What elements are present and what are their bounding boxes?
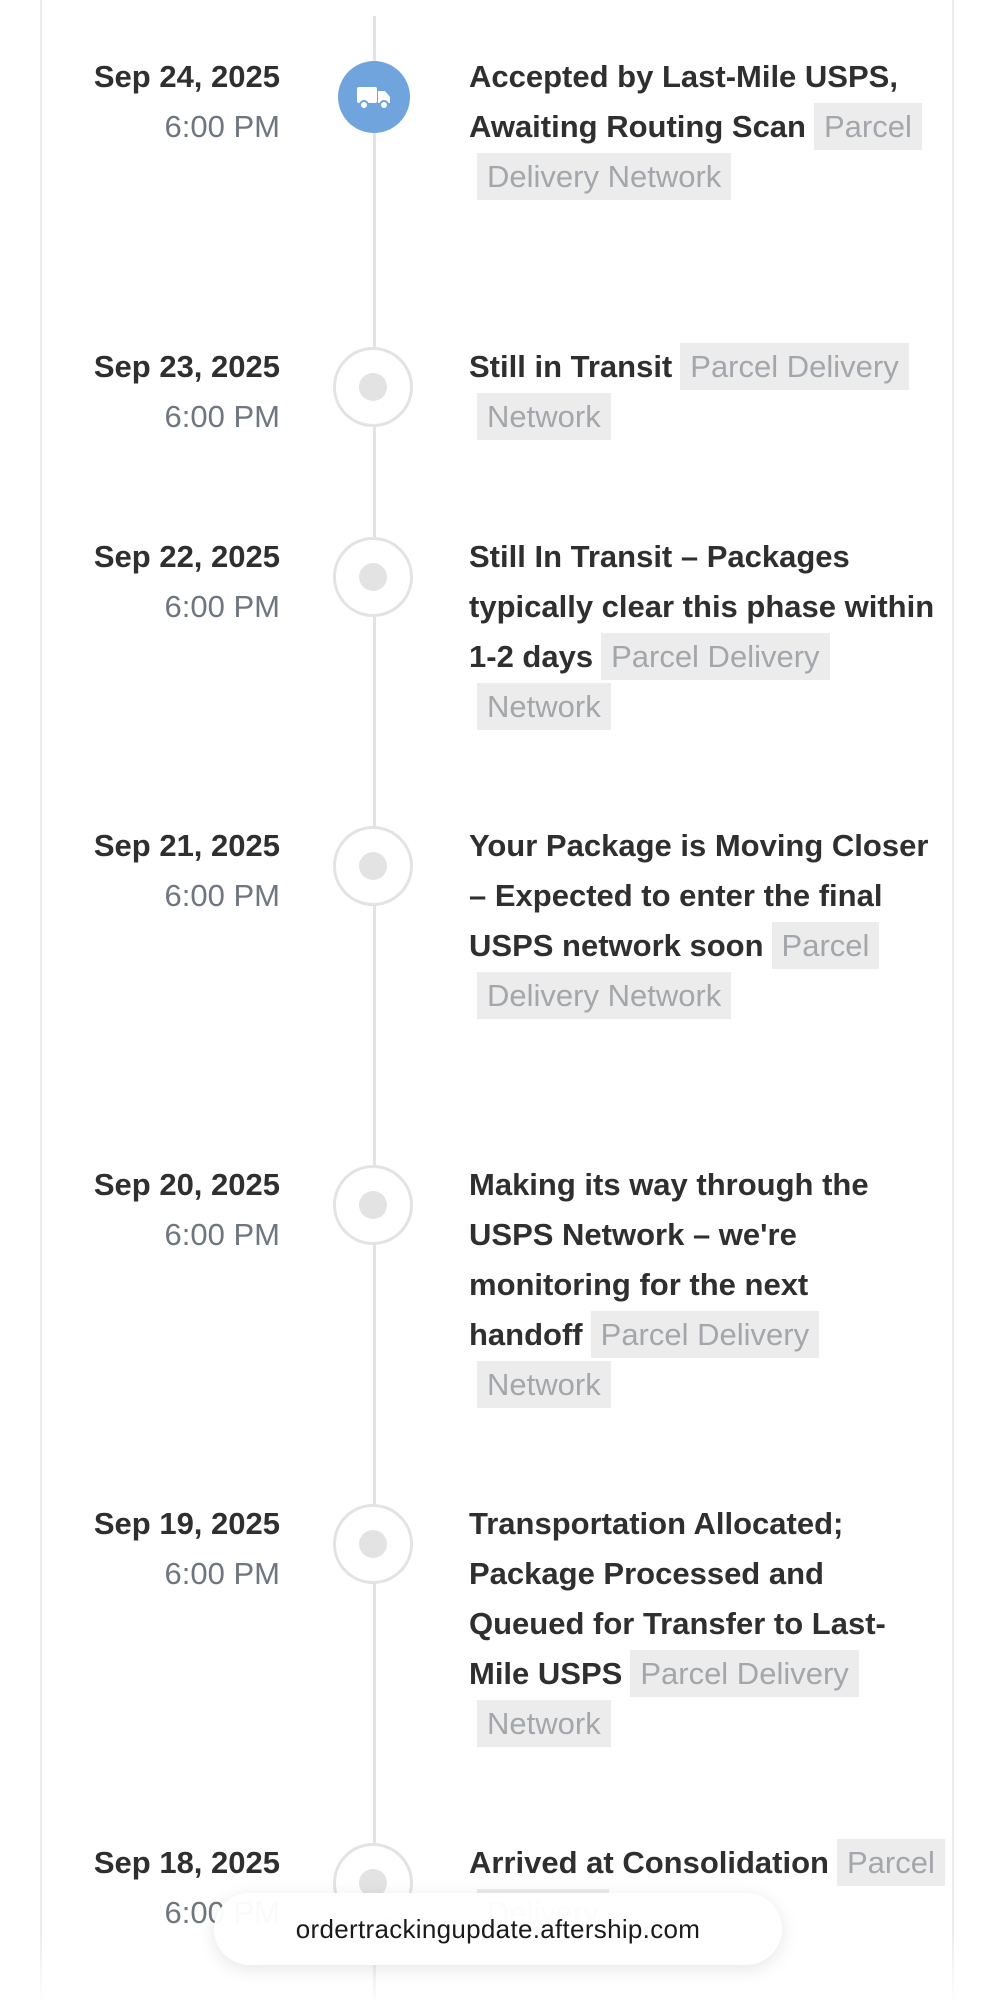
event-node — [333, 1165, 413, 1245]
event-node — [333, 1504, 413, 1584]
event-date: Sep 20, 2025 — [93, 1167, 280, 1202]
event-description: Still In Transit – Packages typically cl… — [469, 532, 939, 732]
node-dot — [359, 1530, 387, 1558]
event-description: Transportation Allocated; Package Proces… — [469, 1499, 939, 1749]
url-bar[interactable]: ordertrackingupdate.aftership.com — [214, 1893, 782, 1965]
node-dot — [359, 563, 387, 591]
event-description: Still in Transit Parcel Delivery Network — [469, 342, 939, 442]
event-time: 6:00 PM — [164, 399, 280, 434]
event-time: 6:00 PM — [164, 878, 280, 913]
node-dot — [359, 1191, 387, 1219]
event-time: 6:00 PM — [164, 109, 280, 144]
node-dot — [359, 852, 387, 880]
event-time: 6:00 PM — [164, 1556, 280, 1591]
event-date: Sep 23, 2025 — [93, 349, 280, 384]
event-description: Your Package is Moving Closer – Expected… — [469, 821, 939, 1021]
truck-icon — [357, 87, 390, 110]
timeline-line — [373, 16, 376, 2000]
event-node — [333, 826, 413, 906]
event-node — [333, 537, 413, 617]
event-node — [333, 347, 413, 427]
event-date: Sep 22, 2025 — [93, 539, 280, 574]
event-title: Still in Transit — [469, 349, 673, 384]
event-date: Sep 24, 2025 — [93, 59, 280, 94]
event-title: Arrived at Consolidation — [469, 1845, 829, 1880]
event-time: 6:00 PM — [164, 589, 280, 624]
url-text: ordertrackingupdate.aftership.com — [295, 1913, 701, 1944]
event-time: 6:00 PM — [164, 1217, 280, 1252]
event-description: Accepted by Last-Mile USPS, Awaiting Rou… — [469, 52, 939, 202]
event-date: Sep 19, 2025 — [93, 1506, 280, 1541]
event-description: Making its way through the USPS Network … — [469, 1160, 939, 1410]
event-date: Sep 21, 2025 — [93, 828, 280, 863]
event-date: Sep 18, 2025 — [93, 1845, 280, 1880]
event-node-current — [338, 61, 410, 133]
node-dot — [359, 373, 387, 401]
